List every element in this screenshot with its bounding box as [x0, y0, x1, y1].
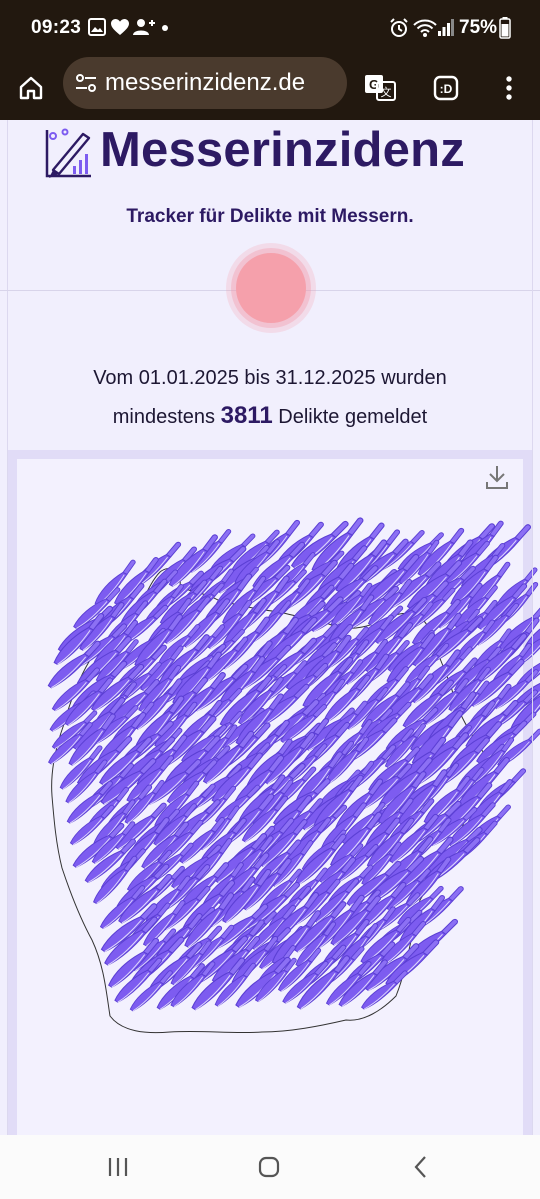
home-nav-button[interactable] — [249, 1151, 289, 1183]
gallery-icon — [88, 18, 106, 36]
home-button[interactable] — [6, 63, 56, 113]
signal-icon — [438, 19, 454, 36]
battery-percent: 75% — [459, 17, 498, 38]
knife-markers — [39, 516, 540, 1013]
more-vert-icon — [506, 76, 512, 100]
home-icon — [19, 76, 43, 100]
url-text: messerinzidenz.de — [105, 69, 306, 96]
heart-icon — [111, 19, 129, 35]
alarm-icon — [390, 18, 408, 37]
translate-icon: G 文 — [365, 75, 396, 101]
svg-text::D: :D — [440, 82, 453, 96]
translate-button[interactable]: G 文 — [355, 63, 405, 113]
site-settings-icon[interactable] — [73, 70, 99, 96]
download-icon[interactable] — [485, 464, 509, 490]
back-icon — [414, 1156, 426, 1178]
tab-switcher-icon: :D — [433, 75, 459, 101]
add-person-icon — [133, 19, 155, 35]
status-bar: 09:23 75% — [0, 0, 540, 56]
svg-text:文: 文 — [381, 85, 392, 99]
web-page: Messerinzidenz Tracker für Delikte mit M… — [0, 120, 540, 1135]
dot-icon — [162, 25, 168, 31]
browser-toolbar: messerinzidenz.de G 文 :D — [0, 56, 540, 120]
wifi-icon — [413, 19, 437, 37]
recent-apps-icon — [108, 1158, 128, 1176]
url-bar[interactable]: messerinzidenz.de — [63, 57, 347, 109]
tab-switcher-button[interactable]: :D — [421, 63, 471, 113]
home-nav-icon — [258, 1156, 280, 1178]
back-button[interactable] — [401, 1151, 441, 1183]
recent-apps-button[interactable] — [98, 1151, 138, 1183]
incident-map[interactable] — [0, 120, 540, 1135]
more-options-button[interactable] — [484, 63, 534, 113]
system-navigation-bar — [0, 1135, 540, 1199]
status-time: 09:23 — [31, 17, 82, 38]
battery-icon — [499, 17, 511, 39]
